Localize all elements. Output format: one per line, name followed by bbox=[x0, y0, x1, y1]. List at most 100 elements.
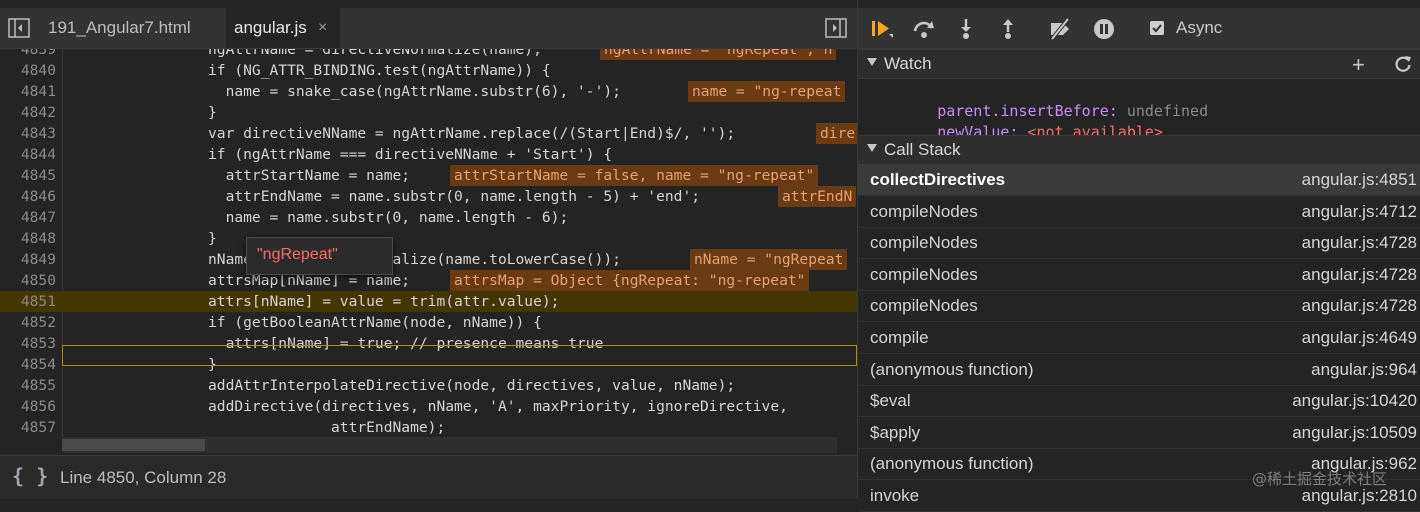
frame-function-name: compileNodes bbox=[870, 233, 978, 253]
frame-function-name: compileNodes bbox=[870, 296, 978, 316]
tooltip-value: "ngRepeat" bbox=[257, 246, 338, 263]
frame-location-link[interactable]: angular.js:10509 bbox=[1292, 423, 1417, 443]
frame-location-link[interactable]: angular.js:10420 bbox=[1292, 391, 1417, 411]
call-stack-frame[interactable]: compileNodes angular.js:4728 bbox=[858, 259, 1420, 291]
frame-function-name: compile bbox=[870, 328, 929, 347]
call-stack-frame[interactable]: collectDirectives angular.js:4851 bbox=[858, 164, 1420, 196]
call-stack-section-header[interactable]: Call Stack bbox=[858, 135, 1420, 165]
frame-location-link[interactable]: angular.js:964 bbox=[1311, 360, 1417, 380]
code-line[interactable]: 4840 if (NG_ATTR_BINDING.test(ngAttrName)… bbox=[0, 60, 857, 81]
line-number[interactable]: 4841 bbox=[0, 81, 56, 102]
code-text: } bbox=[208, 104, 217, 121]
frame-location-link[interactable]: angular.js:4851 bbox=[1302, 170, 1417, 190]
call-stack-frame[interactable]: $eval angular.js:10420 bbox=[858, 385, 1420, 418]
current-line-highlight bbox=[62, 345, 857, 366]
line-number[interactable]: 4845 bbox=[0, 165, 56, 186]
code-text: addAttrInterpolateDirective(node, direct… bbox=[208, 377, 736, 394]
tab-angular-js[interactable]: angular.js × bbox=[226, 8, 340, 48]
step-over-icon[interactable] bbox=[912, 18, 936, 40]
line-number[interactable]: 4852 bbox=[0, 312, 56, 333]
toggle-navigator-icon[interactable] bbox=[8, 18, 30, 38]
code-line[interactable]: 4850 attrsMap[nName] = name; attrsMap = Ob… bbox=[0, 270, 857, 291]
watch-section-header[interactable]: Watch + bbox=[858, 49, 1420, 79]
code-line[interactable]: 4845 attrStartName = name; attrStartName … bbox=[0, 165, 857, 186]
code-line[interactable]: 4849 nName = directiveNormalize(name.toLo… bbox=[0, 249, 857, 270]
code-line[interactable]: 4851 attrs[nName] = value = trim(attr.val… bbox=[0, 291, 857, 312]
line-number[interactable]: 4849 bbox=[0, 249, 56, 270]
code-text: var directiveNName = ngAttrName.replace(… bbox=[208, 125, 736, 142]
frame-location-link[interactable]: angular.js:4728 bbox=[1302, 265, 1417, 285]
code-line[interactable]: 4855 addAttrInterpolateDirective(node, di… bbox=[0, 375, 857, 396]
deactivate-breakpoints-icon[interactable] bbox=[1048, 18, 1072, 40]
tab-label: 191_Angular7.html bbox=[48, 18, 191, 37]
step-out-icon[interactable] bbox=[996, 18, 1020, 40]
resume-icon[interactable] bbox=[870, 18, 894, 40]
code-text: addDirective(directives, nName, 'A', max… bbox=[208, 398, 788, 415]
code-text: attrs[nName] = value = trim(attr.value); bbox=[208, 293, 560, 310]
code-line[interactable]: 4841 name = snake_case(ngAttrName.substr… bbox=[0, 81, 857, 102]
call-stack-frame[interactable]: (anonymous function) angular.js:964 bbox=[858, 354, 1420, 386]
expand-triangle-icon[interactable] bbox=[867, 144, 877, 152]
call-stack-frame[interactable]: compile angular.js:4649 bbox=[858, 322, 1420, 354]
call-stack-frame[interactable]: compileNodes angular.js:4728 bbox=[858, 290, 1420, 323]
call-stack-frame[interactable]: compileNodes angular.js:4712 bbox=[858, 196, 1420, 228]
code-line[interactable]: 4844 if (ngAttrName === directiveNName + … bbox=[0, 144, 857, 165]
watermark-text: @稀土掘金技术社区 bbox=[1252, 470, 1388, 488]
line-number[interactable]: 4847 bbox=[0, 207, 56, 228]
line-number[interactable]: 4851 bbox=[0, 291, 56, 312]
value-tooltip: "ngRepeat" bbox=[246, 237, 393, 275]
line-number[interactable]: 4842 bbox=[0, 102, 56, 123]
code-line[interactable]: 4846 attrEndName = name.substr(0, name.l… bbox=[0, 186, 857, 207]
code-line[interactable]: 4843 var directiveNName = ngAttrName.repl… bbox=[0, 123, 857, 144]
async-label[interactable]: Async bbox=[1176, 18, 1222, 38]
line-number[interactable]: 4856 bbox=[0, 396, 56, 417]
pretty-print-icon[interactable]: { } bbox=[12, 464, 48, 488]
inline-value-annotation: dire bbox=[816, 123, 857, 144]
line-number[interactable]: 4846 bbox=[0, 186, 56, 207]
tab-191-angular7-html[interactable]: 191_Angular7.html bbox=[48, 8, 191, 48]
code-text: attrEndName = name.substr(0, name.length… bbox=[208, 188, 701, 205]
line-number[interactable]: 4853 bbox=[0, 333, 56, 354]
line-number[interactable]: 4850 bbox=[0, 270, 56, 291]
line-number[interactable]: 4854 bbox=[0, 354, 56, 375]
cursor-position: Line 4850, Column 28 bbox=[60, 468, 227, 487]
code-line[interactable]: 4852 if (getBooleanAttrName(node, nName))… bbox=[0, 312, 857, 333]
refresh-icon[interactable] bbox=[1394, 55, 1412, 73]
code-line[interactable]: 4856 addDirective(directives, nName, 'A',… bbox=[0, 396, 857, 417]
line-number[interactable]: 4844 bbox=[0, 144, 56, 165]
code-line[interactable]: 4847 name = name.substr(0, name.length -… bbox=[0, 207, 857, 228]
editor-status-bar: { } Line 4850, Column 28 bbox=[0, 455, 857, 499]
frame-location-link[interactable]: angular.js:4728 bbox=[1302, 233, 1417, 253]
call-stack-frame[interactable]: $apply angular.js:10509 bbox=[858, 417, 1420, 449]
add-watch-button[interactable]: + bbox=[1352, 52, 1365, 78]
code-text: if (NG_ATTR_BINDING.test(ngAttrName)) { bbox=[208, 62, 551, 79]
frame-location-link[interactable]: angular.js:4649 bbox=[1302, 328, 1417, 348]
toggle-debugger-icon[interactable] bbox=[825, 18, 847, 38]
call-stack-frame[interactable]: compileNodes angular.js:4728 bbox=[858, 227, 1420, 260]
line-number[interactable]: 4839 bbox=[0, 49, 56, 60]
frame-location-link[interactable]: angular.js:4728 bbox=[1302, 296, 1417, 316]
close-tab-icon[interactable]: × bbox=[318, 8, 327, 48]
scrollbar-thumb[interactable] bbox=[62, 439, 205, 451]
async-checkbox[interactable] bbox=[1150, 21, 1164, 35]
line-number[interactable]: 4848 bbox=[0, 228, 56, 249]
code-text: attrEndName); bbox=[208, 419, 446, 436]
step-into-icon[interactable] bbox=[954, 18, 978, 40]
line-number[interactable]: 4857 bbox=[0, 417, 56, 437]
frame-function-name: collectDirectives bbox=[870, 170, 1006, 189]
expand-triangle-icon[interactable] bbox=[867, 58, 877, 66]
frame-function-name: (anonymous function) bbox=[870, 454, 1034, 474]
code-text: if (getBooleanAttrName(node, nName)) { bbox=[208, 314, 542, 331]
line-number[interactable]: 4843 bbox=[0, 123, 56, 144]
horizontal-scrollbar[interactable] bbox=[62, 437, 837, 453]
frame-location-link[interactable]: angular.js:4712 bbox=[1302, 202, 1417, 222]
code-line[interactable]: 4839 ngAttrName = directiveNormalize(name… bbox=[0, 49, 857, 60]
code-line[interactable]: 4842} bbox=[0, 102, 857, 123]
frame-location-link[interactable]: angular.js:2810 bbox=[1302, 486, 1417, 506]
code-area[interactable]: 4839 ngAttrName = directiveNormalize(name… bbox=[0, 49, 857, 437]
pause-on-exceptions-icon[interactable] bbox=[1092, 18, 1116, 40]
code-line[interactable]: 4848} bbox=[0, 228, 857, 249]
line-number[interactable]: 4840 bbox=[0, 60, 56, 81]
line-number[interactable]: 4855 bbox=[0, 375, 56, 396]
code-line[interactable]: 4857 attrEndName); bbox=[0, 417, 857, 437]
